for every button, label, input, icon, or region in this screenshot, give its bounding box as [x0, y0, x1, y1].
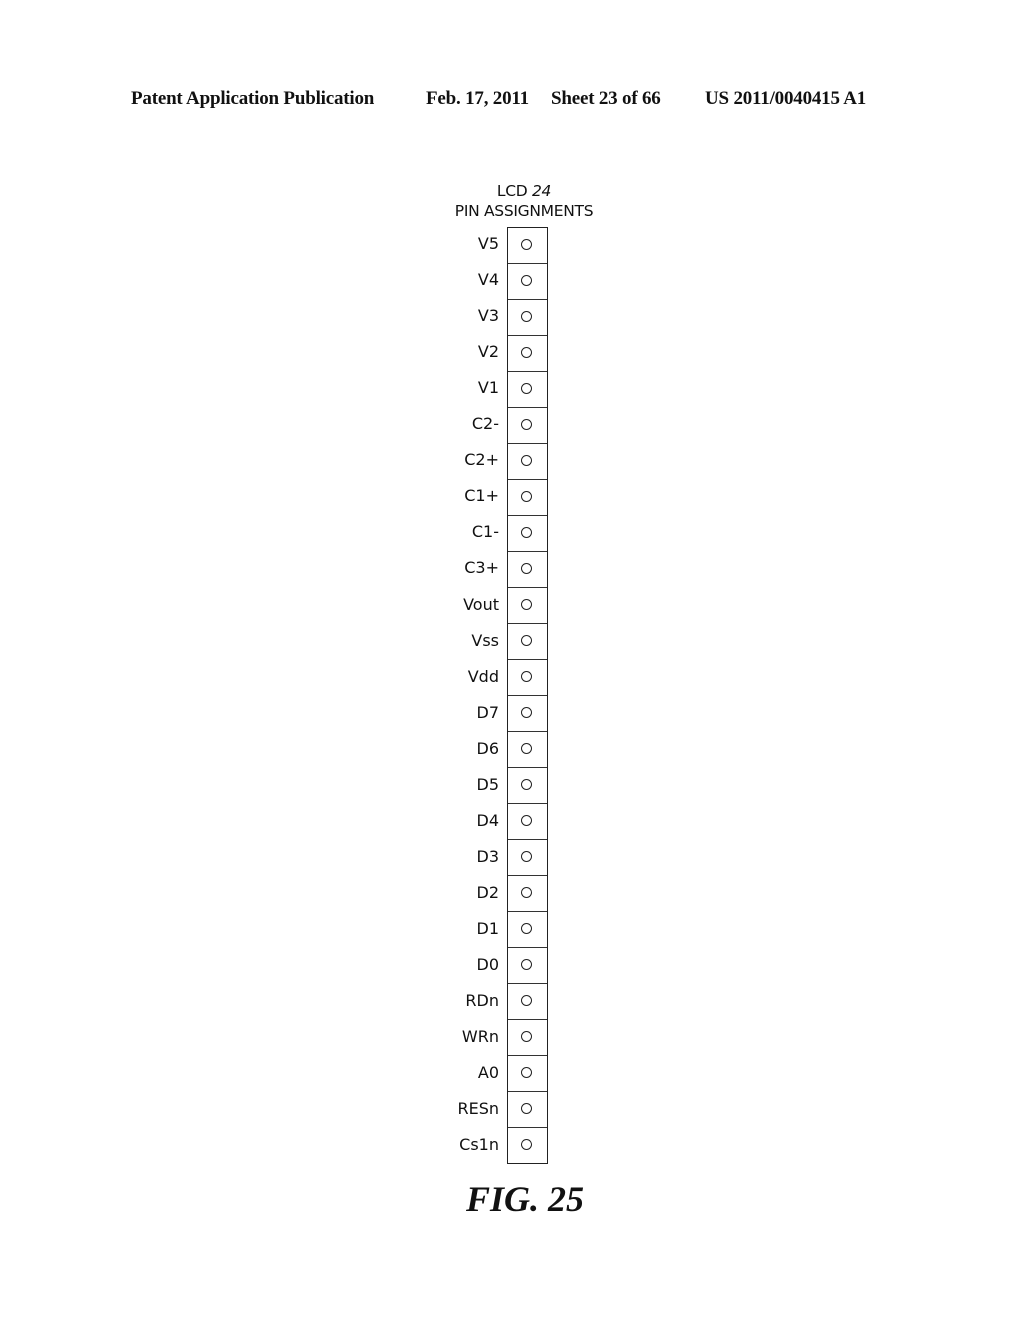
- diagram-subtitle: PIN ASSIGNMENTS: [454, 202, 594, 220]
- pin-cell: [508, 623, 547, 659]
- pin-cell: [508, 803, 547, 839]
- pin-circle-icon: [521, 491, 532, 502]
- pin-circle-icon: [521, 779, 532, 790]
- pin-circle-icon: [521, 1103, 532, 1114]
- pin-label: V4: [477, 270, 499, 290]
- pin-circle-icon: [521, 599, 532, 610]
- pin-cell: [508, 1127, 547, 1163]
- pin-cell: [508, 515, 547, 551]
- pin-label: D0: [476, 955, 500, 974]
- diagram-title-text: LCD: [496, 182, 532, 200]
- pin-cell: [508, 1055, 547, 1091]
- pin-label: Vout: [463, 594, 499, 614]
- pin-label: D3: [476, 846, 500, 866]
- pin-label: D4: [476, 810, 500, 830]
- pin-circle-icon: [521, 707, 532, 718]
- pin-cell: [508, 587, 547, 623]
- pin-label: D2: [476, 882, 500, 902]
- pin-label: RESn: [457, 1099, 499, 1119]
- pin-circle-icon: [521, 311, 532, 322]
- pin-circle-icon: [521, 815, 532, 826]
- pin-label: D6: [476, 738, 500, 758]
- pin-circle-icon: [521, 887, 532, 898]
- pin-cell: [508, 551, 547, 587]
- pin-label: D1: [476, 918, 500, 938]
- pin-cell: [508, 263, 547, 299]
- pin-circle-icon: [521, 1067, 532, 1078]
- pin-cell: [508, 443, 547, 479]
- pin-circle-icon: [521, 671, 532, 682]
- publication-type: Patent Application Publication: [131, 88, 375, 109]
- pin-label: D7: [476, 702, 500, 722]
- patent-number: US 2011/0040415 A1: [705, 88, 867, 109]
- pin-cell: [508, 299, 547, 335]
- pin-label: Vss: [471, 630, 499, 650]
- pin-cell: [508, 839, 547, 875]
- pin-label: V1: [477, 378, 499, 398]
- pin-label: C2-: [471, 414, 499, 434]
- pin-cell: [508, 228, 547, 263]
- pin-label: C1-: [471, 522, 499, 542]
- pin-cell: [508, 695, 547, 731]
- pin-label: C3+: [464, 558, 499, 578]
- pin-label: WRn: [461, 1027, 499, 1047]
- figure-label: FIG. 25: [465, 1179, 585, 1219]
- pin-label: C2+: [464, 450, 499, 470]
- pin-cell: [508, 947, 547, 983]
- pin-circle-icon: [521, 851, 532, 862]
- pin-cell: [508, 875, 547, 911]
- sheet-number: Sheet 23 of 66: [551, 88, 661, 109]
- pin-cell: [508, 1091, 547, 1127]
- pin-cell: [508, 1019, 547, 1055]
- pin-label: A0: [477, 1063, 499, 1083]
- pin-cell: [508, 335, 547, 371]
- pin-cell: [508, 767, 547, 803]
- diagram-title: LCD 24: [424, 181, 624, 201]
- pin-connector: [507, 227, 548, 1164]
- pin-circle-icon: [521, 959, 532, 970]
- pin-circle-icon: [521, 527, 532, 538]
- pin-circle-icon: [521, 239, 532, 250]
- reference-numeral: 24: [532, 182, 552, 200]
- pin-circle-icon: [521, 923, 532, 934]
- pin-circle-icon: [521, 419, 532, 430]
- publication-date: Feb. 17, 2011: [426, 88, 529, 109]
- pin-cell: [508, 983, 547, 1019]
- pin-cell: [508, 479, 547, 515]
- pin-circle-icon: [521, 455, 532, 466]
- pin-cell: [508, 407, 547, 443]
- pin-label: Vdd: [467, 666, 499, 686]
- pin-circle-icon: [521, 1031, 532, 1042]
- pin-circle-icon: [521, 563, 532, 574]
- pin-label: D5: [476, 774, 500, 794]
- pin-cell: [508, 731, 547, 767]
- pin-label: RDn: [465, 991, 499, 1011]
- pin-circle-icon: [521, 347, 532, 358]
- pin-label: C1+: [464, 486, 499, 506]
- pin-label: V3: [477, 306, 499, 326]
- pin-circle-icon: [521, 275, 532, 286]
- pin-circle-icon: [521, 635, 532, 646]
- pin-circle-icon: [521, 383, 532, 394]
- pin-cell: [508, 659, 547, 695]
- pin-circle-icon: [521, 995, 532, 1006]
- pin-label: V2: [477, 342, 499, 362]
- pin-circle-icon: [521, 743, 532, 754]
- pin-circle-icon: [521, 1139, 532, 1150]
- pin-cell: [508, 911, 547, 947]
- pin-cell: [508, 371, 547, 407]
- pin-label: Cs1n: [459, 1135, 499, 1155]
- pin-label: V5: [477, 234, 499, 253]
